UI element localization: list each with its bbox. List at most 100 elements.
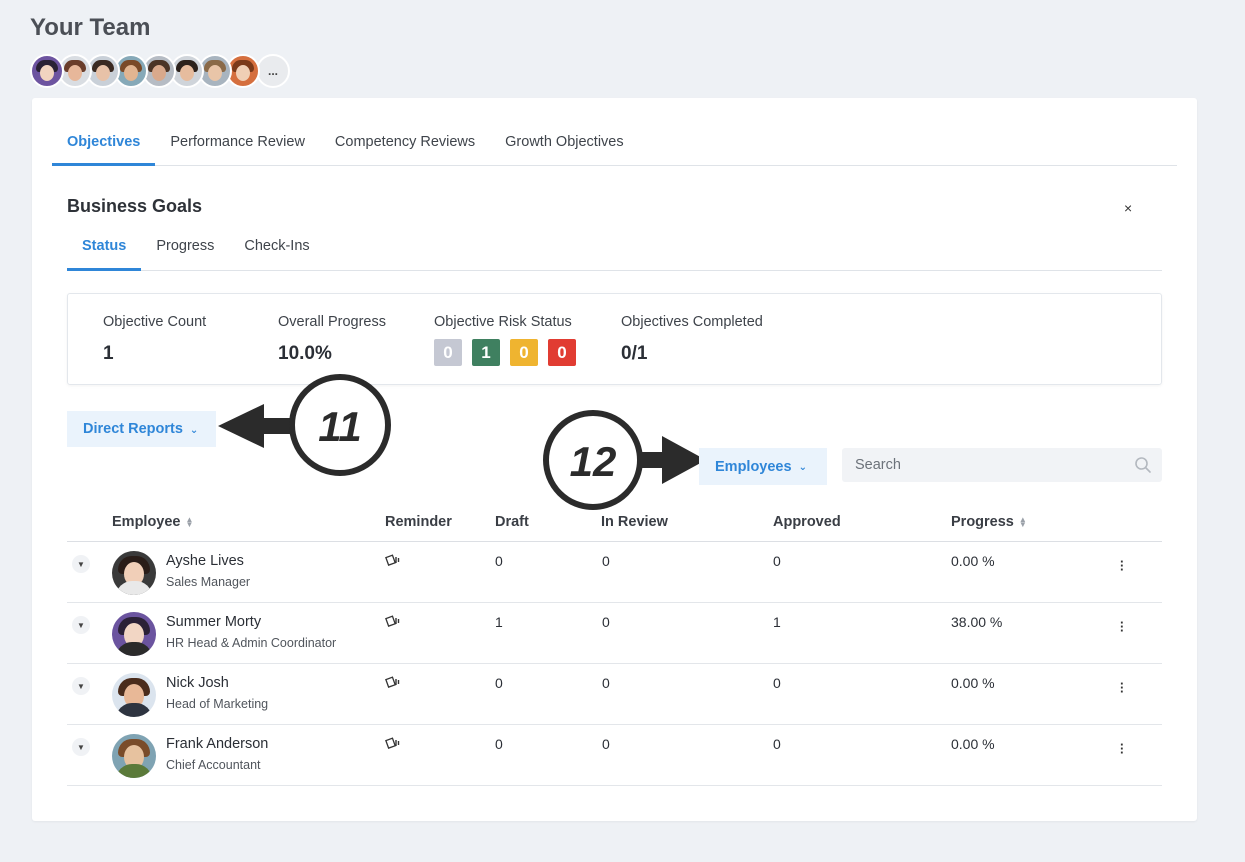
table-row[interactable]: ▼ Frank Anderson Chief Accountant 0 0 0 0.00 %… (67, 725, 1162, 786)
search-input[interactable] (842, 448, 1162, 482)
in-review-count: 0 (602, 675, 610, 691)
header-label: Reminder (385, 514, 452, 530)
in-review-count: 0 (602, 614, 610, 630)
header-progress[interactable]: Progress ▲ ▼ (951, 514, 1027, 530)
stat-value: 0/1 (621, 343, 648, 364)
search-box (842, 448, 1162, 482)
arrow-right-icon (638, 436, 706, 484)
stat-value: 10.0% (278, 343, 332, 364)
employee-table: Employee ▲ ▼ Reminder Draft In Review App… (67, 510, 1162, 786)
chevron-down-icon: ⌄ (189, 424, 199, 436)
avatar-face (124, 65, 138, 81)
avatar-face (68, 65, 82, 81)
row-menu-icon[interactable]: · · · (1120, 555, 1124, 576)
avatar-face (180, 65, 194, 81)
tab-performance-review[interactable]: Performance Review (155, 124, 320, 166)
tab-competency-reviews[interactable]: Competency Reviews (320, 124, 490, 166)
dropdown-label: Direct Reports (83, 421, 183, 437)
header-approved: Approved (773, 514, 841, 530)
avatar (112, 612, 156, 656)
stat-risk-status: Objective Risk Status 0100 (434, 314, 586, 366)
stats-panel: Objective Count 1 Overall Progress 10.0%… (67, 293, 1162, 385)
stat-label: Objective Count (103, 314, 207, 330)
reminder-icon[interactable] (385, 553, 401, 567)
search-icon[interactable] (1134, 456, 1152, 474)
expand-row-button[interactable]: ▼ (72, 738, 90, 756)
progress-value: 0.00 % (951, 675, 995, 691)
progress-value: 0.00 % (951, 736, 995, 752)
header-reminder: Reminder (385, 514, 452, 530)
sort-icon[interactable]: ▲ ▼ (1019, 516, 1027, 529)
risk-box[interactable]: 0 (548, 339, 576, 366)
approved-count: 0 (773, 675, 781, 691)
draft-count: 0 (495, 553, 503, 569)
in-review-count: 0 (602, 553, 610, 569)
avatar-face (96, 65, 110, 81)
employees-dropdown[interactable]: Employees ⌄ (699, 448, 827, 485)
header-label: Employee (112, 514, 181, 530)
table-row[interactable]: ▼ Ayshe Lives Sales Manager 0 0 0 0.00 % · · · (67, 542, 1162, 603)
sort-icon[interactable]: ▲ ▼ (186, 516, 194, 529)
close-button[interactable]: × (1124, 200, 1132, 216)
risk-box[interactable]: 0 (434, 339, 462, 366)
subtab-check-ins[interactable]: Check-Ins (229, 230, 324, 271)
employee-name: Nick Josh (166, 675, 229, 691)
header-label: In Review (601, 514, 668, 530)
approved-count: 1 (773, 614, 781, 630)
reminder-icon[interactable] (385, 675, 401, 689)
avatar-face (236, 65, 250, 81)
team-avatar-row: ... (30, 54, 290, 88)
subtab-status[interactable]: Status (67, 230, 142, 271)
more-avatars-button[interactable]: ... (256, 54, 290, 88)
header-label: Approved (773, 514, 841, 530)
risk-box[interactable]: 0 (510, 339, 538, 366)
header-draft: Draft (495, 514, 529, 530)
avatar-face (208, 65, 222, 81)
callout-number: 12 (570, 438, 617, 485)
table-header: Employee ▲ ▼ Reminder Draft In Review App… (67, 510, 1162, 542)
direct-reports-dropdown[interactable]: Direct Reports ⌄ (67, 411, 216, 447)
team-card: Objectives Performance Review Competency R… (32, 98, 1197, 821)
draft-count: 0 (495, 675, 503, 691)
progress-value: 38.00 % (951, 614, 1003, 630)
avatar-body (116, 642, 152, 656)
subtab-progress[interactable]: Progress (141, 230, 229, 271)
header-employee[interactable]: Employee ▲ ▼ (112, 514, 193, 530)
expand-row-button[interactable]: ▼ (72, 616, 90, 634)
approved-count: 0 (773, 736, 781, 752)
section-title: Business Goals (67, 196, 203, 216)
avatar-face (40, 65, 54, 81)
callout-number: 11 (318, 403, 362, 450)
draft-count: 0 (495, 736, 503, 752)
tab-objectives[interactable]: Objectives (52, 124, 156, 166)
stat-label: Overall Progress (278, 314, 386, 330)
team-avatar[interactable] (30, 54, 64, 88)
avatar (112, 673, 156, 717)
tab-growth-objectives[interactable]: Growth Objectives (490, 124, 638, 166)
stat-label: Objective Risk Status (434, 314, 572, 330)
table-row[interactable]: ▼ Summer Morty HR Head & Admin Coordinator… (67, 603, 1162, 664)
table-body: ▼ Ayshe Lives Sales Manager 0 0 0 0.00 % · · · ▼ Su… (67, 542, 1162, 786)
reminder-icon[interactable] (385, 614, 401, 628)
callout-12: 12 (543, 410, 706, 510)
table-row[interactable]: ▼ Nick Josh Head of Marketing 0 0 0 0.00 % · · · (67, 664, 1162, 725)
in-review-count: 0 (602, 736, 610, 752)
avatar-face (152, 65, 166, 81)
expand-row-button[interactable]: ▼ (72, 677, 90, 695)
main-tabs: Objectives Performance Review Competency R… (52, 124, 1177, 166)
avatar (112, 551, 156, 595)
stat-objectives-completed: Objectives Completed 0/1 (621, 314, 763, 365)
row-menu-icon[interactable]: · · · (1120, 616, 1124, 637)
expand-row-button[interactable]: ▼ (72, 555, 90, 573)
row-menu-icon[interactable]: · · · (1120, 738, 1124, 759)
draft-count: 1 (495, 614, 503, 630)
header-in-review: In Review (601, 514, 668, 530)
stat-value: 1 (103, 343, 114, 364)
reminder-icon[interactable] (385, 736, 401, 750)
employee-name: Ayshe Lives (166, 553, 244, 569)
row-menu-icon[interactable]: · · · (1120, 677, 1124, 698)
page-title: Your Team (30, 14, 151, 41)
employee-name: Frank Anderson (166, 736, 269, 752)
avatar (112, 734, 156, 778)
risk-box[interactable]: 1 (472, 339, 500, 366)
